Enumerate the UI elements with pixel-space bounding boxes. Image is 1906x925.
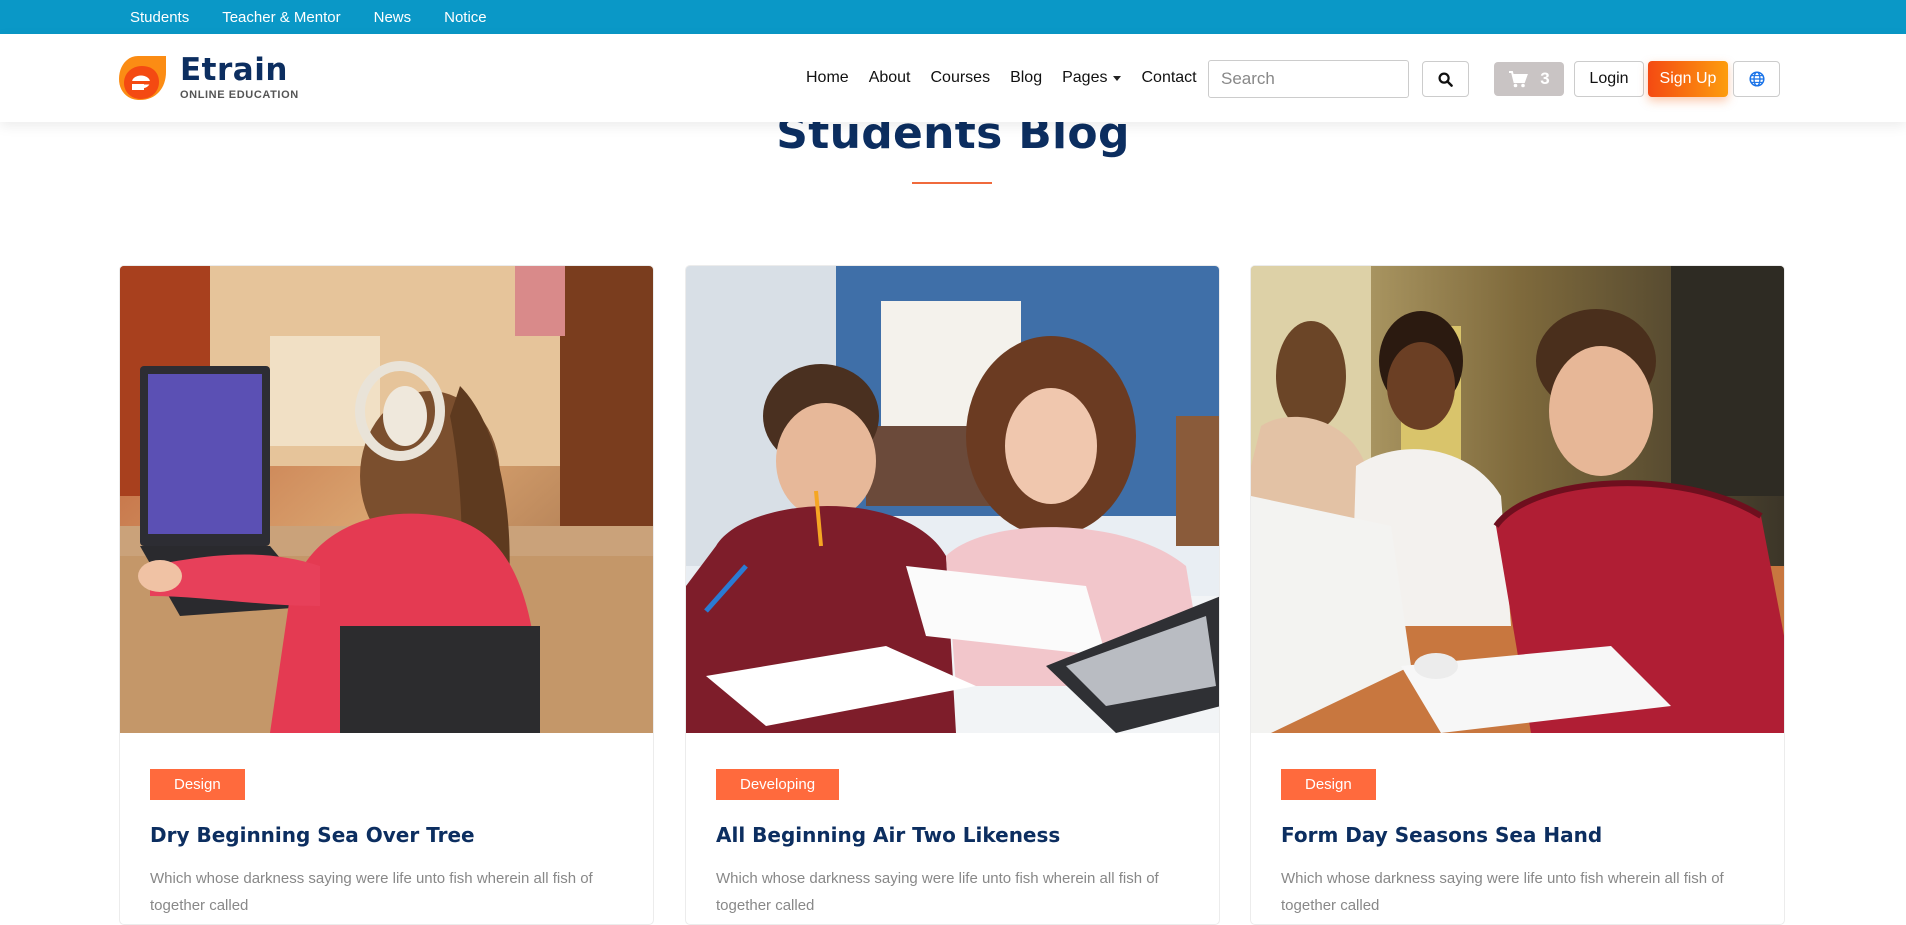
- blog-image-girl-laptop[interactable]: [120, 266, 653, 733]
- post-title[interactable]: Dry Beginning Sea Over Tree: [150, 823, 623, 847]
- cart-count: 3: [1540, 69, 1550, 88]
- blog-image-library-students[interactable]: [1251, 266, 1784, 733]
- nav-item-about[interactable]: About: [869, 69, 911, 87]
- nav-item-courses[interactable]: Courses: [931, 69, 991, 87]
- site-logo[interactable]: Etrain ONLINE EDUCATION: [118, 54, 299, 102]
- topbar-link-students[interactable]: Students: [130, 9, 189, 26]
- post-title[interactable]: All Beginning Air Two Likeness: [716, 823, 1189, 847]
- logo-e-icon: [118, 54, 168, 102]
- post-category-badge[interactable]: Design: [1281, 769, 1376, 800]
- blog-card[interactable]: Design Dry Beginning Sea Over Tree Which…: [119, 265, 654, 925]
- nav-item-blog[interactable]: Blog: [1010, 69, 1042, 87]
- chevron-down-icon: [1113, 75, 1122, 81]
- logo-tagline: ONLINE EDUCATION: [180, 89, 299, 101]
- post-excerpt: Which whose darkness saying were life un…: [1281, 870, 1724, 914]
- topbar-link-news[interactable]: News: [374, 9, 412, 26]
- language-button[interactable]: [1733, 61, 1780, 97]
- topbar-link-notice[interactable]: Notice: [444, 9, 487, 26]
- blog-card[interactable]: Design Form Day Seasons Sea Hand Which w…: [1250, 265, 1785, 925]
- nav-item-pages-label: Pages: [1062, 69, 1108, 86]
- top-bar: Students Teacher & Mentor News Notice: [0, 0, 1906, 34]
- blog-image-students-studying[interactable]: [686, 266, 1219, 733]
- cart-button[interactable]: 3: [1494, 62, 1564, 96]
- blog-card[interactable]: Developing All Beginning Air Two Likenes…: [685, 265, 1220, 925]
- search-input[interactable]: [1208, 60, 1409, 98]
- post-excerpt: Which whose darkness saying were life un…: [716, 870, 1159, 914]
- post-title[interactable]: Form Day Seasons Sea Hand: [1281, 823, 1754, 847]
- globe-icon: [1748, 71, 1765, 87]
- post-category-badge[interactable]: Design: [150, 769, 245, 800]
- nav-item-home[interactable]: Home: [806, 69, 849, 87]
- signup-button[interactable]: Sign Up: [1648, 61, 1728, 97]
- search-icon: [1438, 71, 1453, 87]
- post-category-badge[interactable]: Developing: [716, 769, 840, 800]
- title-divider: [912, 182, 992, 184]
- nav-item-pages[interactable]: Pages: [1062, 69, 1122, 87]
- login-button[interactable]: Login: [1574, 61, 1644, 97]
- logo-name: Etrain: [180, 52, 288, 88]
- cart-icon: [1509, 70, 1529, 87]
- post-excerpt: Which whose darkness saying were life un…: [150, 870, 593, 914]
- nav-item-contact[interactable]: Contact: [1141, 69, 1196, 87]
- main-nav: Home About Courses Blog Pages Contact: [806, 34, 1217, 122]
- search-button[interactable]: [1422, 61, 1469, 97]
- topbar-link-teacher-mentor[interactable]: Teacher & Mentor: [222, 9, 340, 26]
- main-header: Etrain ONLINE EDUCATION Home About Cours…: [0, 34, 1906, 122]
